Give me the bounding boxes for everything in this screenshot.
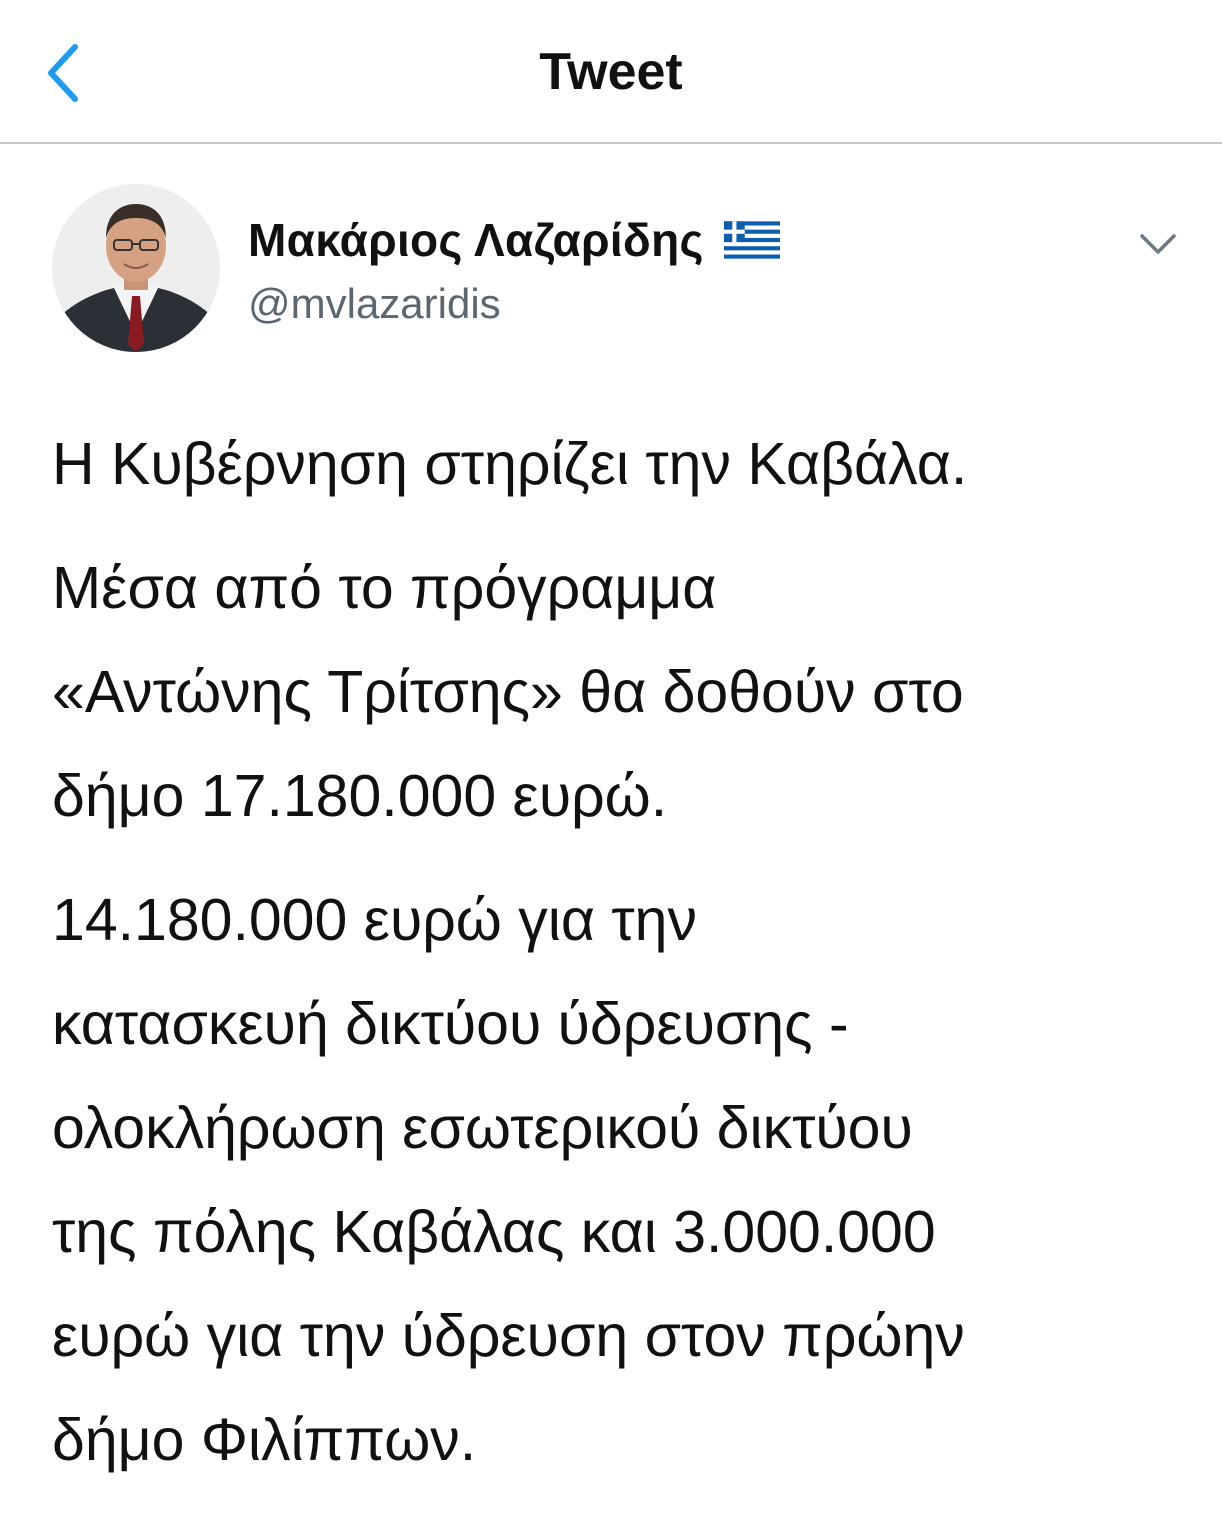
tweet-line: δήμο Φιλίππων. — [52, 1407, 477, 1473]
chevron-down-icon — [1140, 234, 1176, 254]
tweet-paragraph: Η Κυβέρνηση στηρίζει την Καβάλα. — [52, 412, 1192, 516]
tweet-line: κατασκευή δικτύου ύδρευσης - — [52, 991, 849, 1057]
tweet-paragraph: 14.180.000 ευρώ για την κατασκευή δικτύο… — [52, 868, 1192, 1492]
tweet-header: Μακάριος Λαζαρίδης @mvlazaridis — [52, 184, 1182, 354]
tweet-line: 14.180.000 ευρώ για την — [52, 887, 697, 953]
tweet-line: της πόλης Καβάλας και 3.000.000 — [52, 1199, 936, 1265]
tweet-line: «Αντώνης Τρίτσης» θα δοθούν στο — [52, 659, 964, 725]
tweet-line: ολοκλήρωση εσωτερικού δικτύου — [52, 1095, 913, 1161]
user-handle[interactable]: @mvlazaridis — [248, 280, 501, 328]
navigation-bar: Tweet — [0, 0, 1222, 144]
avatar-image — [52, 184, 220, 352]
tweet-line: δήμο 17.180.000 ευρώ. — [52, 763, 668, 829]
tweet-line: ευρώ για την ύδρευση στον πρώην — [52, 1303, 965, 1369]
tweet-line: Η Κυβέρνηση στηρίζει την Καβάλα. — [52, 431, 968, 497]
more-options-button[interactable] — [1134, 220, 1182, 268]
tweet-paragraph: Μέσα από το πρόγραμμα «Αντώνης Τρίτσης» … — [52, 536, 1192, 848]
tweet-line: Μέσα από το πρόγραμμα — [52, 555, 717, 621]
author-name-row: Μακάριος Λαζαρίδης — [248, 212, 780, 268]
page-title: Tweet — [539, 43, 683, 101]
greek-flag-icon — [723, 221, 780, 259]
tweet-text: Η Κυβέρνηση στηρίζει την Καβάλα. Μέσα απ… — [52, 412, 1192, 1492]
display-name[interactable]: Μακάριος Λαζαρίδης — [248, 213, 704, 267]
avatar[interactable] — [52, 184, 220, 352]
